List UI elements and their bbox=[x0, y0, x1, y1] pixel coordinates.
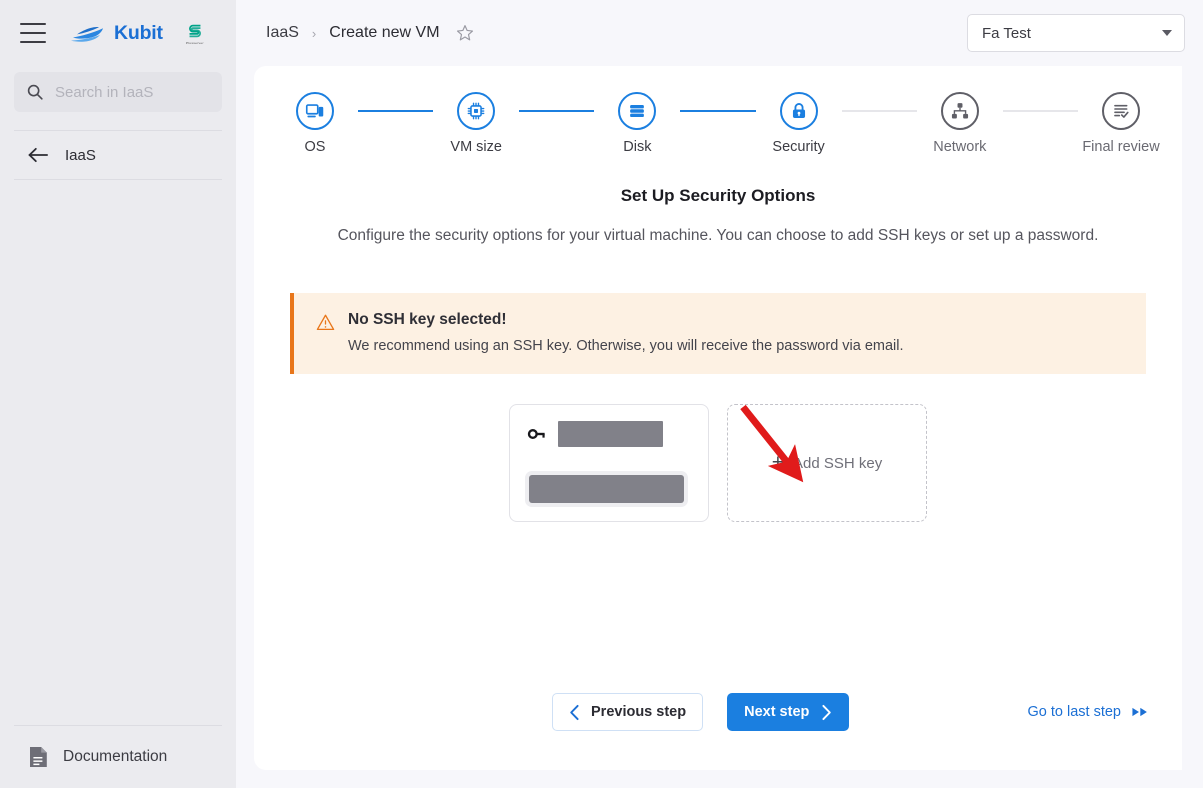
sidebar-header: Kubit Plusserver bbox=[0, 0, 236, 66]
ssh-key-options: + Add SSH key bbox=[254, 404, 1182, 522]
sidebar-item-iaas[interactable]: IaaS bbox=[14, 131, 222, 179]
topbar: IaaS › Create new VM Fa Test bbox=[236, 0, 1203, 66]
network-nodes-icon bbox=[951, 103, 968, 119]
checklist-icon bbox=[1114, 104, 1129, 118]
step-disk[interactable]: Disk bbox=[594, 92, 680, 155]
step-security-circle bbox=[779, 92, 818, 130]
brand-name: Kubit bbox=[114, 21, 163, 44]
breadcrumb: IaaS › Create new VM bbox=[266, 24, 474, 42]
ssh-key-fingerprint-redacted bbox=[529, 475, 684, 503]
plus-icon: + bbox=[771, 451, 785, 474]
cpu-chip-icon bbox=[467, 102, 485, 120]
sidebar-search-wrapper bbox=[0, 66, 236, 112]
arrow-left-icon bbox=[28, 147, 48, 163]
step-disk-label: Disk bbox=[623, 139, 652, 155]
next-step-label: Next step bbox=[744, 704, 810, 720]
account-select[interactable]: Fa Test bbox=[967, 14, 1185, 52]
sidebar-item-documentation[interactable]: Documentation bbox=[14, 726, 222, 788]
document-icon bbox=[30, 747, 47, 767]
brand-logo[interactable]: Kubit bbox=[71, 22, 163, 45]
warning-banner: No SSH key selected! We recommend using … bbox=[290, 293, 1146, 374]
key-icon bbox=[527, 429, 545, 439]
monitor-devices-icon bbox=[305, 104, 324, 118]
warning-title: No SSH key selected! bbox=[348, 311, 507, 328]
step-os-label: OS bbox=[304, 139, 326, 155]
step-final-review-circle bbox=[1102, 92, 1141, 130]
step-vm-size-circle bbox=[457, 92, 496, 130]
application-root: Kubit Plusserver Search in IaaS IaaS Doc… bbox=[0, 0, 1203, 788]
favorite-star-button[interactable] bbox=[456, 24, 474, 42]
step-disk-circle bbox=[618, 92, 657, 130]
add-ssh-key-button[interactable]: + Add SSH key bbox=[727, 404, 927, 522]
warning-text-block: No SSH key selected! We recommend using … bbox=[348, 311, 904, 354]
hamburger-menu-icon[interactable] bbox=[20, 23, 46, 43]
account-select-value: Fa Test bbox=[982, 24, 1031, 42]
page-description: Configure the security options for your … bbox=[337, 227, 1099, 244]
step-connector-5 bbox=[1002, 110, 1079, 112]
ssh-key-name-redacted bbox=[558, 421, 663, 447]
go-to-last-step-label: Go to last step bbox=[1027, 704, 1122, 720]
sidebar-item-label: IaaS bbox=[65, 146, 96, 164]
step-vm-size-label: VM size bbox=[450, 139, 502, 155]
step-connector-3 bbox=[680, 110, 756, 112]
content-card: OS VM size Disk Security Network Final r… bbox=[254, 66, 1182, 770]
kubit-boat-logo-icon bbox=[71, 26, 103, 42]
star-outline-icon bbox=[456, 25, 473, 41]
chevron-down-icon bbox=[1162, 30, 1172, 36]
previous-step-button[interactable]: Previous step bbox=[552, 693, 704, 731]
step-final-review-label: Final review bbox=[1082, 139, 1160, 155]
sidebar: Kubit Plusserver Search in IaaS IaaS Doc… bbox=[0, 0, 236, 788]
breadcrumb-item-create-new-vm[interactable]: Create new VM bbox=[329, 24, 439, 42]
documentation-label: Documentation bbox=[63, 748, 168, 765]
breadcrumb-separator-icon: › bbox=[311, 25, 317, 41]
search-icon bbox=[27, 84, 43, 100]
partner-caption: Plusserver bbox=[185, 41, 204, 45]
next-step-button[interactable]: Next step bbox=[727, 693, 850, 731]
warning-message: We recommend using an SSH key. Otherwise… bbox=[348, 338, 904, 354]
search-box[interactable] bbox=[14, 72, 222, 112]
step-network-label: Network bbox=[933, 139, 987, 155]
add-ssh-key-label: Add SSH key bbox=[793, 454, 883, 472]
step-security[interactable]: Security bbox=[756, 92, 842, 155]
previous-step-label: Previous step bbox=[591, 704, 687, 720]
step-connector-2 bbox=[519, 110, 595, 112]
partner-s-logo-icon[interactable]: Plusserver bbox=[185, 21, 205, 45]
breadcrumb-item-iaas[interactable]: IaaS bbox=[266, 24, 299, 42]
ssh-key-name-row bbox=[527, 421, 691, 447]
page-title: Set Up Security Options bbox=[620, 186, 816, 205]
lock-icon bbox=[792, 103, 805, 118]
disk-stack-icon bbox=[630, 104, 645, 118]
search-input[interactable] bbox=[55, 83, 210, 101]
step-os-circle bbox=[296, 92, 334, 130]
chevron-right-icon bbox=[822, 704, 832, 720]
go-to-last-step-link[interactable]: Go to last step bbox=[1028, 704, 1151, 720]
wizard-stepper: OS VM size Disk Security Network Final r… bbox=[254, 66, 1182, 155]
content-card-inner: OS VM size Disk Security Network Final r… bbox=[254, 66, 1182, 770]
step-vm-size[interactable]: VM size bbox=[433, 92, 519, 155]
step-os[interactable]: OS bbox=[272, 92, 358, 155]
main-region: IaaS › Create new VM Fa Test OS VM size … bbox=[236, 0, 1203, 788]
ssh-key-card[interactable] bbox=[509, 404, 709, 522]
step-connector-4 bbox=[841, 110, 917, 112]
chevron-left-icon bbox=[570, 704, 579, 720]
step-final-review[interactable]: Final review bbox=[1078, 92, 1164, 155]
partner-glyph bbox=[188, 24, 201, 38]
step-security-label: Security bbox=[772, 139, 825, 155]
wizard-footer: Previous step Next step Go to last step bbox=[254, 693, 1182, 731]
step-connector-1 bbox=[358, 110, 434, 112]
fast-forward-icon bbox=[1132, 707, 1147, 717]
warning-triangle-icon bbox=[316, 314, 335, 331]
step-network-circle bbox=[940, 92, 979, 130]
step-network[interactable]: Network bbox=[917, 92, 1003, 155]
